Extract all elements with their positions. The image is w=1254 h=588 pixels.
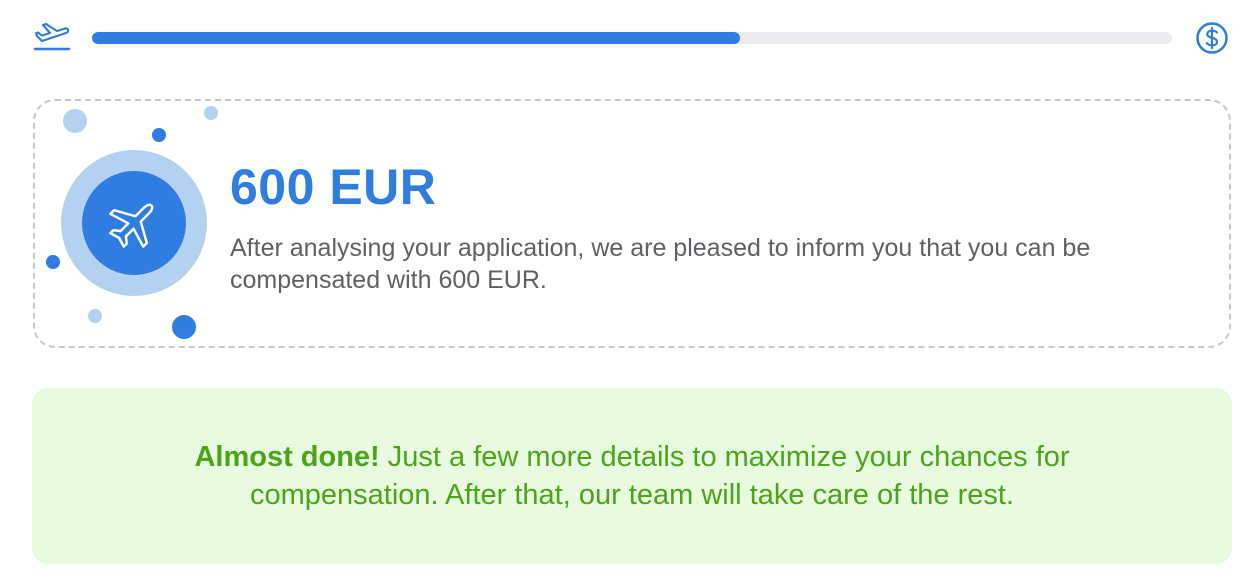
progress-bar-fill xyxy=(92,32,740,44)
progress-header xyxy=(0,0,1254,80)
compensation-result-card xyxy=(33,99,1231,348)
almost-done-notice: Almost done! Just a few more details to … xyxy=(32,388,1232,564)
dollar-circle-icon xyxy=(1196,22,1228,54)
notice-bold-text: Almost done! xyxy=(194,441,380,473)
compensation-amount: 600 EUR xyxy=(230,159,437,215)
progress-bar xyxy=(92,32,1172,44)
takeoff-icon xyxy=(33,22,71,51)
notice-text: Almost done! Just a few more details to … xyxy=(102,438,1162,514)
compensation-description: After analysing your application, we are… xyxy=(230,234,1091,294)
